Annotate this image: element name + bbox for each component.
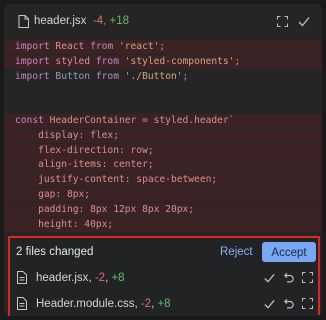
code-token: Button [49,70,96,82]
code-line: display: flex; [4,128,322,143]
code-line: height: 40px; [4,217,322,232]
code-token: import [15,41,50,52]
code-token: padding: 8px 12px 8px 20px; [15,203,195,215]
code-token: HeaderContainer = styled.header` [43,115,235,126]
changed-file-deletions: -2 [140,298,152,310]
files-changed-label: 2 files changed [16,246,94,258]
accept-button[interactable]: Accept [262,242,316,262]
code-token: import [15,70,50,82]
file-additions: +18 [109,15,129,27]
changed-file-label: header.jsx, -2, +8 [36,272,125,284]
code-line: import styled from 'styled-components'; [4,54,322,69]
code-line: gap: 8px; [4,188,322,202]
changes-footer: 2 files changed Reject Accept header.jsx… [8,236,320,316]
check-icon[interactable] [298,16,310,27]
diff-panel: header.jsx -4, +18 import React from 're… [4,4,322,316]
code-line: flex-direction: row; [4,143,322,158]
code-line: padding: 8px 12px 8px 20px; [4,202,322,217]
file-icon [18,15,29,28]
code-token: from [95,70,119,82]
accept-file-check-icon[interactable] [264,273,275,283]
file-header: header.jsx -4, +18 [4,4,322,38]
code-token: display: flex; [15,129,119,141]
code-line: import Button from './Button'; [4,70,322,84]
code-line: import React from 'react'; [4,40,322,54]
code-token: height: 40px; [15,218,114,230]
code-token: 'styled-components' [124,55,235,67]
accept-file-check-icon[interactable] [264,299,275,309]
undo-icon[interactable] [284,298,294,310]
changed-file-additions: +8 [157,298,171,310]
code-token: ; [234,55,241,67]
code-token: from [95,55,119,67]
code-line: const HeaderContainer = styled.header` [4,114,322,128]
code-token: React [49,41,91,52]
undo-icon[interactable] [284,272,294,284]
code-token: ; [159,41,166,52]
code-token: import [15,55,50,67]
code-token: align-items: center; [15,159,154,171]
changed-file-deletions: -2 [94,272,106,284]
reject-button[interactable]: Reject [214,242,259,262]
code-token: 'react' [118,41,160,52]
code-token: const [15,115,44,126]
file-title[interactable]: header.jsx -4, +18 [34,15,129,27]
file-deletions: -4, [92,15,107,27]
code-token: flex-direction: row; [15,144,154,156]
expand-icon[interactable] [277,16,288,27]
code-line: align-items: center; [4,158,322,173]
code-token: ; [182,70,189,82]
expand-icon[interactable] [302,272,313,283]
expand-icon[interactable] [302,298,313,309]
code-token: styled [49,55,96,67]
changed-file-row[interactable]: header.jsx, -2, +8 [10,265,318,291]
changed-file-row[interactable]: Header.module.css, -2, +8 [10,291,318,316]
changed-file-label: Header.module.css, -2, +8 [36,298,171,310]
file-icon [17,271,27,284]
file-icon [17,297,27,310]
changed-file-name: header.jsx [36,272,89,284]
code-line: justify-content: space-between; [4,173,322,188]
file-name: header.jsx [34,15,87,27]
changed-file-name: Header.module.css [36,298,135,310]
changed-file-additions: +8 [111,272,125,284]
code-token: from [90,41,114,52]
code-token: './Button' [124,70,183,82]
code-token: justify-content: space-between; [15,174,218,186]
code-token: gap: 8px; [15,189,91,200]
